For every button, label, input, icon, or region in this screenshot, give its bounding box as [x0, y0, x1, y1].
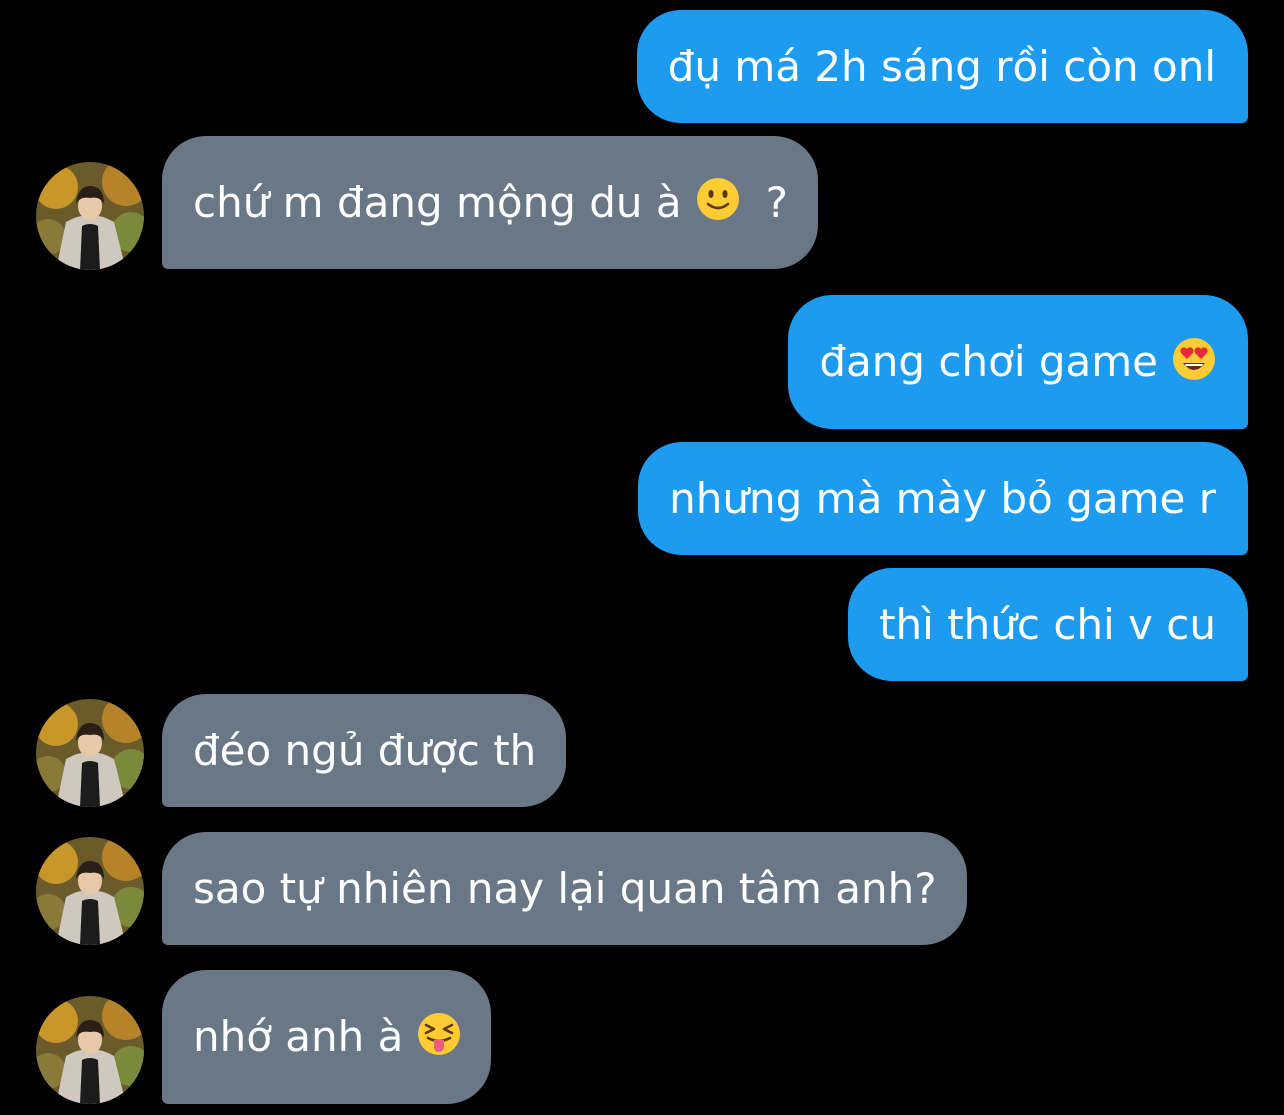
- message-text: sao tự nhiên nay lại quan tâm anh?: [193, 863, 937, 913]
- sent-message-bubble[interactable]: thì thức chi v cu: [848, 568, 1248, 681]
- sent-message-bubble[interactable]: nhưng mà mày bỏ game r: [638, 442, 1248, 555]
- slightly-smiling-face-icon: [696, 177, 740, 228]
- received-message-bubble[interactable]: sao tự nhiên nay lại quan tâm anh?: [162, 832, 967, 945]
- message-text: đụ má 2h sáng rồi còn onl: [667, 41, 1216, 91]
- message-thread: đụ má 2h sáng rồi còn onl chứ m đang mộn…: [0, 0, 1284, 1115]
- sent-message-bubble[interactable]: đang chơi game: [788, 295, 1248, 429]
- message-text: nhớ anh à: [193, 1012, 404, 1061]
- contact-avatar[interactable]: [36, 162, 144, 270]
- message-text: thì thức chi v cu: [879, 599, 1216, 649]
- message-text: đang chơi game: [819, 337, 1158, 386]
- received-message-bubble[interactable]: nhớ anh à: [162, 970, 492, 1104]
- contact-avatar[interactable]: [36, 699, 144, 807]
- sent-message-bubble[interactable]: đụ má 2h sáng rồi còn onl: [636, 10, 1248, 123]
- contact-avatar[interactable]: [36, 996, 144, 1104]
- message-text: nhưng mà mày bỏ game r: [669, 473, 1216, 523]
- heart-eyes-face-icon: [1172, 337, 1216, 388]
- message-text: chứ m đang mộng du à: [193, 177, 682, 227]
- contact-avatar[interactable]: [36, 837, 144, 945]
- received-message-bubble[interactable]: đéo ngủ được th: [162, 694, 567, 807]
- received-message-bubble[interactable]: chứ m đang mộng du à ?: [162, 136, 818, 269]
- message-text: đéo ngủ được th: [193, 725, 537, 775]
- squinting-tongue-face-icon: [417, 1012, 461, 1063]
- message-suffix: ?: [765, 177, 788, 227]
